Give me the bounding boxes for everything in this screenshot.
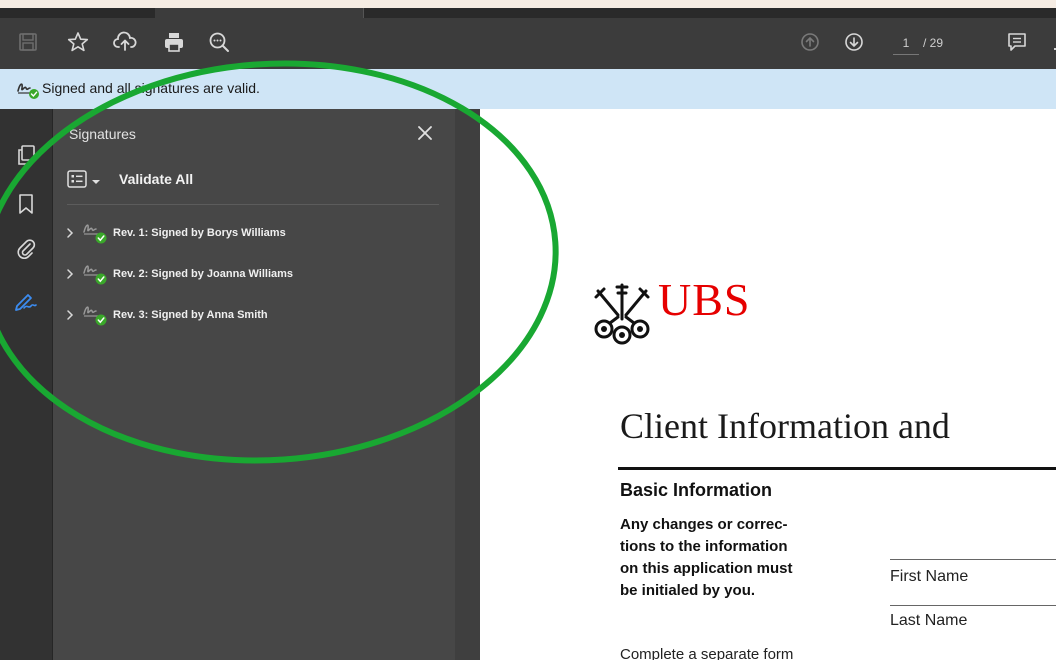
list-options-icon (67, 169, 87, 193)
notice-line: tions to the information (620, 538, 788, 555)
notice-line: be initialed by you. (620, 582, 756, 599)
signature-valid-icon (16, 79, 42, 106)
page-down-icon[interactable] (840, 28, 868, 56)
signature-revision-item[interactable]: Rev. 3: Signed by Anna Smith (63, 302, 433, 328)
document-heading: Client Information and (620, 406, 950, 446)
signature-panel-icon[interactable] (12, 287, 40, 315)
document-tab[interactable] (155, 8, 364, 18)
chevron-right-icon[interactable] (63, 309, 77, 321)
last-name-label: Last Name (890, 612, 968, 629)
first-name-field[interactable] (890, 559, 1056, 560)
section-title: Basic Information (620, 480, 773, 500)
separate-form-text: Complete a separate form (620, 646, 794, 660)
chevron-right-icon[interactable] (63, 268, 77, 280)
initial-changes-notice: Any changes or correc- tions to the info… (620, 514, 860, 602)
revision-label: Rev. 3: Signed by Anna Smith (113, 309, 268, 321)
panel-divider (67, 204, 439, 205)
first-name-label: First Name (890, 568, 969, 585)
toolbar: 1 / 29 (0, 18, 1056, 69)
upload-icon[interactable] (111, 28, 139, 56)
overflow-icon[interactable] (1044, 28, 1056, 56)
signature-valid-icon (81, 220, 111, 246)
chevron-right-icon[interactable] (63, 227, 77, 239)
signature-revision-item[interactable]: Rev. 2: Signed by Joanna Williams (63, 261, 433, 287)
signature-status-message: Signed and all signatures are valid. (42, 80, 260, 96)
save-icon[interactable] (14, 28, 42, 56)
pdf-viewer-window: 1 / 29 Signed and all signatures are val… (0, 8, 1056, 660)
tab-strip (0, 8, 1056, 18)
signatures-panel: Signatures Validate All Rev. 1: Signed b… (53, 109, 455, 660)
zoom-search-icon[interactable] (205, 28, 233, 56)
notice-line: Any changes or correc- (620, 516, 788, 533)
print-icon[interactable] (160, 28, 188, 56)
validate-all-button[interactable]: Validate All (119, 171, 193, 187)
signature-valid-icon (81, 261, 111, 287)
left-navigation-rail (0, 109, 53, 660)
panel-title: Signatures (69, 126, 136, 142)
attachment-icon[interactable] (12, 235, 40, 263)
last-name-field[interactable] (890, 605, 1056, 606)
dropdown-caret-icon (92, 172, 100, 190)
page-number-input[interactable]: 1 (893, 32, 919, 55)
options-menu-button[interactable] (67, 169, 107, 193)
signature-revision-item[interactable]: Rev. 1: Signed by Borys Williams (63, 220, 433, 246)
revision-label: Rev. 1: Signed by Borys Williams (113, 227, 286, 239)
heading-rule (618, 467, 1056, 470)
notice-line: on this application must (620, 560, 793, 577)
brand-name: UBS (658, 274, 751, 325)
signature-status-bar: Signed and all signatures are valid. (0, 69, 1056, 109)
revision-label: Rev. 2: Signed by Joanna Williams (113, 268, 294, 280)
pages-icon[interactable] (12, 141, 40, 169)
document-page: UBS Client Information and Basic Informa… (480, 109, 1056, 660)
page-total: / 29 (923, 36, 944, 50)
signature-valid-icon (81, 302, 111, 328)
star-icon[interactable] (64, 28, 92, 56)
three-keys-logo (590, 279, 654, 349)
page-up-icon[interactable] (796, 28, 824, 56)
comment-icon[interactable] (1003, 28, 1031, 56)
bookmark-icon[interactable] (12, 190, 40, 218)
close-icon[interactable] (411, 119, 439, 147)
scrollbar-gutter[interactable] (455, 109, 480, 660)
